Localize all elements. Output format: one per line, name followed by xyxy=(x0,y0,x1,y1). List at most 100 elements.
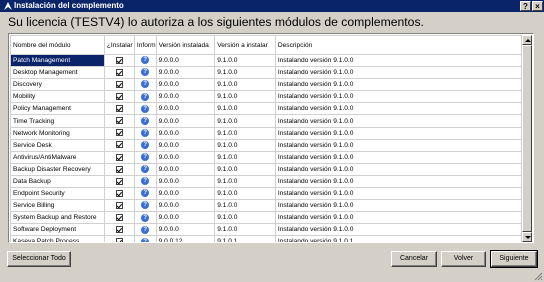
info-cell[interactable]: ? xyxy=(133,53,157,68)
column-header-name[interactable]: Nombre del módulo xyxy=(10,35,105,55)
install-checkbox-cell[interactable] xyxy=(103,114,135,128)
info-icon[interactable]: ? xyxy=(141,177,150,186)
install-checkbox-cell[interactable] xyxy=(103,102,135,116)
table-row[interactable]: Time Tracking? 9.0.0.0 9.1.0.0 Instalando v… xyxy=(10,114,522,128)
info-cell[interactable]: ? xyxy=(133,223,157,237)
install-checkbox-cell[interactable] xyxy=(103,187,135,201)
back-button[interactable]: Volver xyxy=(441,251,486,267)
table-row[interactable]: Service Desk? 9.0.0.0 9.1.0.0 Instalando ve… xyxy=(10,138,522,152)
install-checkbox-cell[interactable] xyxy=(103,150,135,164)
info-cell[interactable]: ? xyxy=(133,66,157,80)
checkbox-icon[interactable] xyxy=(115,153,123,161)
help-icon[interactable]: ? xyxy=(520,1,531,11)
table-row[interactable]: Mobility? 9.0.0.0 9.1.0.0 Instalando versió… xyxy=(10,90,522,104)
module-name-cell[interactable]: System Backup and Restore xyxy=(10,211,105,225)
checkbox-icon[interactable] xyxy=(115,177,123,185)
info-cell[interactable]: ? xyxy=(133,102,157,116)
scroll-up-icon[interactable] xyxy=(522,35,532,45)
module-name-cell[interactable]: Desktop Management xyxy=(10,66,105,80)
checkbox-icon[interactable] xyxy=(115,68,123,76)
select-all-button[interactable]: Seleccionar Todo xyxy=(7,251,71,267)
checkbox-icon[interactable] xyxy=(115,105,123,113)
install-checkbox-cell[interactable] xyxy=(103,90,135,104)
checkbox-icon[interactable] xyxy=(115,129,123,137)
info-icon[interactable]: ? xyxy=(141,213,150,222)
install-checkbox-cell[interactable] xyxy=(103,138,135,152)
info-icon[interactable]: ? xyxy=(141,153,150,162)
table-row[interactable]: Backup Disaster Recovery? 9.0.0.0 9.1.0.0 I… xyxy=(10,162,522,176)
table-row[interactable]: System Backup and Restore? 9.0.0.0 9.1.0.0… xyxy=(10,211,522,225)
checkbox-icon[interactable] xyxy=(115,226,123,234)
table-row[interactable]: Network Monitoring? 9.0.0.0 9.1.0.0 Instala… xyxy=(10,126,522,140)
install-checkbox-cell[interactable] xyxy=(103,162,135,176)
info-cell[interactable]: ? xyxy=(133,199,157,213)
cancel-button[interactable]: Cancelar xyxy=(391,251,437,267)
module-name-cell[interactable]: Service Desk xyxy=(10,138,105,152)
module-name-cell[interactable]: Software Deployment xyxy=(10,223,105,237)
column-header-install[interactable]: ¿Instalar xyxy=(103,35,135,55)
info-cell[interactable]: ? xyxy=(133,162,157,176)
module-name-cell[interactable]: Patch Management xyxy=(10,53,105,68)
checkbox-icon[interactable] xyxy=(115,238,123,242)
install-checkbox-cell[interactable] xyxy=(103,53,135,68)
install-checkbox-cell[interactable] xyxy=(103,66,135,80)
info-icon[interactable]: ? xyxy=(141,140,150,149)
checkbox-icon[interactable] xyxy=(115,189,123,197)
next-button[interactable]: Siguiente xyxy=(490,250,538,268)
column-header-info[interactable]: Inform xyxy=(133,35,157,55)
table-row[interactable]: Desktop Management? 9.0.0.0 9.1.0.0 Instala… xyxy=(10,66,522,80)
table-row[interactable]: Software Deployment? 9.0.0.0 9.1.0.0 Instal… xyxy=(10,223,522,237)
info-icon[interactable]: ? xyxy=(141,201,150,210)
info-cell[interactable]: ? xyxy=(133,114,157,128)
column-header-description[interactable]: Descripción xyxy=(274,35,522,55)
info-icon[interactable]: ? xyxy=(141,92,150,101)
info-icon[interactable]: ? xyxy=(141,189,150,198)
table-row[interactable]: Data Backup? 9.0.0.0 9.1.0.0 Instalando ver… xyxy=(10,174,522,189)
module-name-cell[interactable]: Service Billing xyxy=(10,199,105,213)
table-row[interactable]: Endpoint Security? 9.0.0.0 9.1.0.0 Instalan… xyxy=(10,187,522,201)
checkbox-icon[interactable] xyxy=(115,117,123,125)
info-cell[interactable]: ? xyxy=(133,235,157,242)
checkbox-icon[interactable] xyxy=(115,56,123,64)
info-icon[interactable]: ? xyxy=(141,80,150,89)
table-row[interactable]: Discovery? 9.0.0.0 9.1.0.0 Instalando versi… xyxy=(10,78,522,92)
checkbox-icon[interactable] xyxy=(115,214,123,222)
table-row[interactable]: Antivirus/AntiMalware? 9.0.0.0 9.1.0.0 Inst… xyxy=(10,150,522,164)
column-header-installed-version[interactable]: Versión instalada xyxy=(155,35,216,55)
info-icon[interactable]: ? xyxy=(141,68,150,77)
table-row[interactable]: Kaseya Patch Process? 9.0.0.12 9.1.0.1 Inst… xyxy=(10,235,522,242)
module-name-cell[interactable]: Backup Disaster Recovery xyxy=(10,162,105,176)
module-name-cell[interactable]: Mobility xyxy=(10,90,105,104)
module-name-cell[interactable]: Time Tracking xyxy=(10,114,105,128)
checkbox-icon[interactable] xyxy=(115,201,123,209)
table-row[interactable]: Patch Management? 9.0.0.0 9.1.0.0 Instaland… xyxy=(10,53,522,68)
info-icon[interactable]: ? xyxy=(141,56,150,65)
module-name-cell[interactable]: Network Monitoring xyxy=(10,126,105,140)
info-cell[interactable]: ? xyxy=(133,211,157,225)
install-checkbox-cell[interactable] xyxy=(103,211,135,225)
info-cell[interactable]: ? xyxy=(133,174,157,189)
install-checkbox-cell[interactable] xyxy=(103,78,135,92)
install-checkbox-cell[interactable] xyxy=(103,235,135,242)
info-icon[interactable]: ? xyxy=(141,225,150,234)
vertical-scrollbar[interactable] xyxy=(522,35,532,242)
checkbox-icon[interactable] xyxy=(115,80,123,88)
info-icon[interactable]: ? xyxy=(141,128,150,137)
info-icon[interactable]: ? xyxy=(141,104,150,113)
checkbox-icon[interactable] xyxy=(115,165,123,173)
close-icon[interactable]: × xyxy=(532,1,543,11)
module-name-cell[interactable]: Discovery xyxy=(10,78,105,92)
install-checkbox-cell[interactable] xyxy=(103,223,135,237)
scroll-down-icon[interactable] xyxy=(522,232,532,242)
install-checkbox-cell[interactable] xyxy=(103,174,135,189)
info-cell[interactable]: ? xyxy=(133,126,157,140)
resize-grip-icon[interactable] xyxy=(533,271,543,281)
info-icon[interactable]: ? xyxy=(141,237,150,242)
module-name-cell[interactable]: Data Backup xyxy=(10,174,105,189)
scroll-thumb[interactable] xyxy=(522,45,532,232)
info-icon[interactable]: ? xyxy=(141,165,150,174)
info-cell[interactable]: ? xyxy=(133,187,157,201)
module-name-cell[interactable]: Endpoint Security xyxy=(10,187,105,201)
install-checkbox-cell[interactable] xyxy=(103,126,135,140)
table-row[interactable]: Service Billing? 9.0.0.0 9.1.0.0 Instalando… xyxy=(10,199,522,213)
